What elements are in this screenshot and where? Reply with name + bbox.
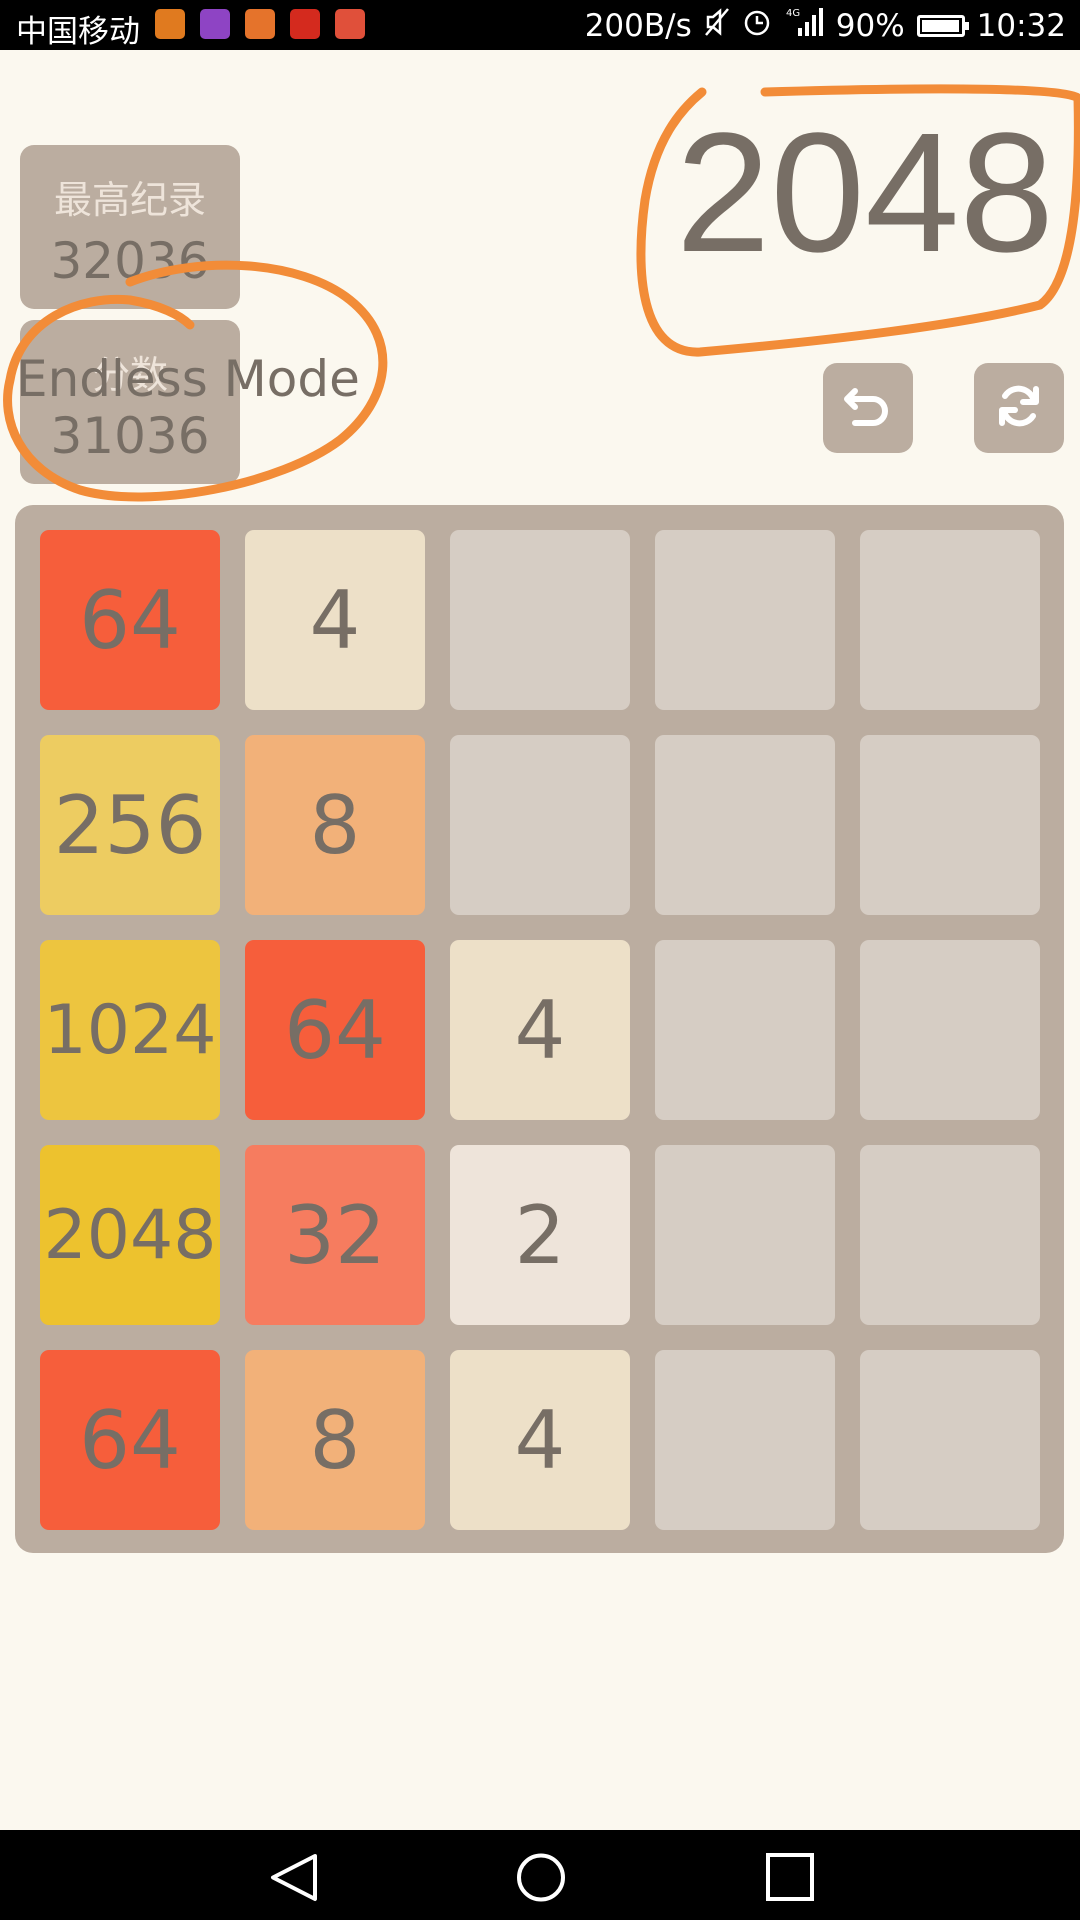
huawei-app-icon: [290, 9, 320, 39]
home-icon[interactable]: [513, 1850, 573, 1905]
tile-1024: 1024: [40, 940, 220, 1120]
tile-2: 2: [450, 1145, 630, 1325]
tile-4: 4: [450, 940, 630, 1120]
gallery-app-icon: [200, 9, 230, 39]
best-score-value: 32036: [50, 232, 210, 290]
health-app-icon: [155, 9, 185, 39]
empty-cell: [655, 1145, 835, 1325]
empty-cell: [655, 1350, 835, 1530]
tile-64: 64: [40, 1350, 220, 1530]
game-title: 2048: [675, 98, 1054, 288]
back-icon[interactable]: [265, 1850, 325, 1905]
tile-8: 8: [245, 1350, 425, 1530]
empty-cell: [860, 940, 1040, 1120]
empty-cell: [655, 940, 835, 1120]
mode-label[interactable]: Endless Mode: [16, 350, 360, 408]
signal-icon: 4G: [784, 6, 824, 46]
empty-cell: [655, 735, 835, 915]
score-value: 31036: [50, 407, 210, 465]
tile-4: 4: [245, 530, 425, 710]
tile-4: 4: [450, 1350, 630, 1530]
clock: 10:32: [976, 8, 1066, 44]
carrier-name: 中国移动: [16, 14, 140, 50]
empty-cell: [450, 530, 630, 710]
refresh-icon: [994, 381, 1044, 435]
notification-icons: [155, 9, 365, 39]
game-board[interactable]: 64 4 256 8 1024 64 4 2048 32 2 64 8 4: [15, 505, 1064, 1553]
recents-icon[interactable]: [763, 1850, 823, 1905]
cloud-app-icon: [245, 9, 275, 39]
battery-percent: 90%: [835, 8, 905, 44]
empty-cell: [860, 735, 1040, 915]
empty-cell: [655, 530, 835, 710]
best-score-box: 最高纪录 32036: [20, 145, 240, 309]
undo-icon: [843, 383, 893, 433]
empty-cell: [860, 1145, 1040, 1325]
empty-cell: [450, 735, 630, 915]
empty-cell: [860, 530, 1040, 710]
tile-32: 32: [245, 1145, 425, 1325]
net-speed: 200B/s: [584, 8, 692, 44]
best-score-label: 最高纪录: [53, 178, 206, 222]
restart-button[interactable]: [974, 363, 1064, 453]
empty-cell: [860, 1350, 1040, 1530]
alarm-icon: [742, 7, 772, 45]
tile-64: 64: [40, 530, 220, 710]
tile-2048: 2048: [40, 1145, 220, 1325]
nav-bar: [0, 1830, 1080, 1920]
mute-icon: [704, 7, 730, 45]
settings-app-icon: [335, 9, 365, 39]
tile-256: 256: [40, 735, 220, 915]
tile-8: 8: [245, 735, 425, 915]
tile-64: 64: [245, 940, 425, 1120]
status-bar: 中国移动 200B/s 4G 90% 10:32: [0, 0, 1080, 50]
battery-icon: [916, 15, 969, 37]
undo-button[interactable]: [823, 363, 913, 453]
network-type: 4G: [786, 8, 800, 19]
